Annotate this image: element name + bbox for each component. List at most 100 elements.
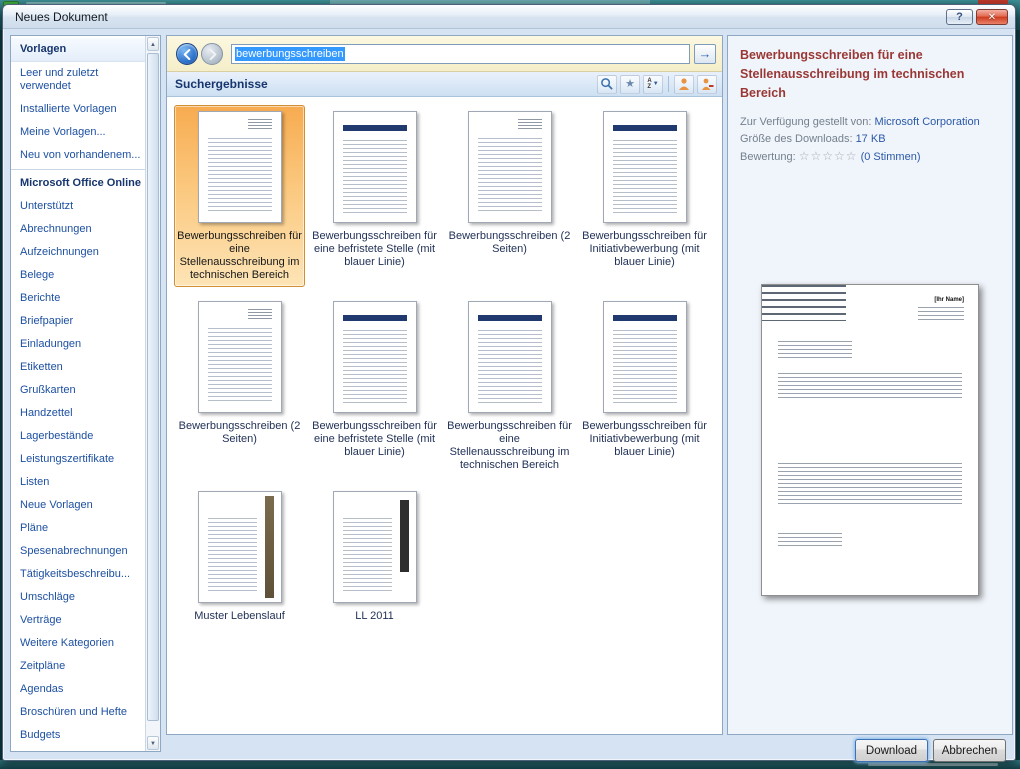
template-thumbnail <box>603 111 687 223</box>
template-preview-page: [Ihr Name] <box>761 284 979 596</box>
sidebar-header-vorlagen[interactable]: Vorlagen <box>11 38 145 62</box>
sidebar-item[interactable]: Zeitpläne <box>11 655 145 678</box>
template-thumbnail <box>198 301 282 413</box>
forward-button[interactable] <box>201 43 223 65</box>
template-thumbnail <box>468 111 552 223</box>
scrollbar-thumb[interactable] <box>147 53 159 721</box>
download-size-value: 17 KB <box>856 133 886 145</box>
details-provider-row: Zur Verfügung gestellt von: Microsoft Co… <box>740 114 1000 131</box>
titlebar-buttons: ? ✕ <box>946 9 1008 25</box>
sidebar-item[interactable]: Listen <box>11 471 145 494</box>
sidebar-item[interactable]: Etiketten <box>11 356 145 379</box>
template-thumbnail <box>198 491 282 603</box>
template-row: Bewerbungsschreiben für eine Stellenauss… <box>172 105 722 295</box>
community-person-remove-icon[interactable] <box>697 75 717 94</box>
scroll-up-icon[interactable]: ▲ <box>147 37 159 51</box>
details-size-row: Größe des Downloads: 17 KB <box>740 131 1000 148</box>
sidebar-item-microsoft-office-online[interactable]: Microsoft Office Online <box>11 172 145 195</box>
toolbar-divider <box>668 76 669 92</box>
details-title: Bewerbungsschreiben für eine Stellenauss… <box>740 46 1000 102</box>
results-header: Suchergebnisse ★ AZ ▼ <box>167 72 722 97</box>
template-item[interactable]: Bewerbungsschreiben (2 Seiten) <box>174 295 305 451</box>
template-item[interactable]: Bewerbungsschreiben für eine Stellenauss… <box>444 295 575 477</box>
sidebar-item[interactable]: Broschüren und Hefte <box>11 701 145 724</box>
template-thumbnail <box>333 301 417 413</box>
sidebar-item[interactable]: Lagerbestände <box>11 425 145 448</box>
sidebar-item[interactable]: Spesenabrechnungen <box>11 540 145 563</box>
template-item[interactable]: Bewerbungsschreiben für eine befristete … <box>309 295 440 464</box>
sidebar-item[interactable]: Leistungszertifikate <box>11 448 145 471</box>
categories-list: Vorlagen Leer und zuletzt verwendet Inst… <box>11 36 145 751</box>
dialog-titlebar: Neues Dokument ? ✕ <box>3 5 1015 29</box>
provider-link[interactable]: Microsoft Corporation <box>875 116 980 128</box>
results-toolbar: ★ AZ ▼ <box>597 74 717 94</box>
close-button[interactable]: ✕ <box>976 9 1008 25</box>
sidebar-item[interactable]: Verträge <box>11 609 145 632</box>
template-row: Bewerbungsschreiben (2 Seiten) Bewerbung… <box>172 295 722 485</box>
zoom-slider-strip <box>868 763 998 766</box>
template-label: Bewerbungsschreiben für eine befristete … <box>312 230 437 269</box>
help-button[interactable]: ? <box>946 9 973 25</box>
search-go-button[interactable]: → <box>694 44 716 64</box>
scroll-down-icon[interactable]: ▼ <box>147 736 159 750</box>
sidebar-item[interactable]: Pläne <box>11 517 145 540</box>
template-grid: Bewerbungsschreiben für eine Stellenauss… <box>167 97 722 734</box>
search-input-selected-text: bewerbungsschreiben <box>235 47 345 61</box>
sidebar-item[interactable]: Visitenkarten <box>11 747 145 751</box>
sidebar-item[interactable]: Umschläge <box>11 586 145 609</box>
template-label: Bewerbungsschreiben für eine Stellenauss… <box>447 420 572 472</box>
sidebar-item[interactable]: Budgets <box>11 724 145 747</box>
template-item[interactable]: Bewerbungsschreiben für Initiativbewerbu… <box>579 295 710 464</box>
preview-name-placeholder: [Ihr Name] <box>934 297 964 303</box>
sidebar-item[interactable]: Leer und zuletzt verwendet <box>11 62 145 98</box>
details-meta: Zur Verfügung gestellt von: Microsoft Co… <box>740 114 1000 166</box>
sidebar-item[interactable]: Aufzeichnungen <box>11 241 145 264</box>
sidebar-item[interactable]: Neue Vorlagen <box>11 494 145 517</box>
search-options-icon[interactable] <box>597 75 617 94</box>
template-item[interactable]: Muster Lebenslauf <box>174 485 305 628</box>
community-person-icon[interactable] <box>674 75 694 94</box>
cancel-button[interactable]: Abbrechen <box>933 739 1006 762</box>
sidebar-item[interactable]: Unterstützt <box>11 195 145 218</box>
template-thumbnail <box>468 301 552 413</box>
sidebar-item[interactable]: Agendas <box>11 678 145 701</box>
favorites-icon[interactable]: ★ <box>620 75 640 94</box>
details-rating-row: Bewertung: ☆☆☆☆☆ (0 Stimmen) <box>740 148 1000 166</box>
template-row: Muster Lebenslauf LL 2011 <box>172 485 722 636</box>
template-item[interactable]: Bewerbungsschreiben (2 Seiten) <box>444 105 575 261</box>
template-label: Bewerbungsschreiben für eine Stellenauss… <box>177 230 302 282</box>
sidebar-item[interactable]: Handzettel <box>11 402 145 425</box>
template-label: Bewerbungsschreiben für Initiativbewerbu… <box>582 420 707 459</box>
template-item-selected[interactable]: Bewerbungsschreiben für eine Stellenauss… <box>174 105 305 287</box>
new-document-dialog: Neues Dokument ? ✕ Vorlagen Leer und zul… <box>2 4 1016 761</box>
dialog-title: Neues Dokument <box>15 5 108 29</box>
search-input[interactable]: bewerbungsschreiben <box>231 44 690 64</box>
template-item[interactable]: LL 2011 <box>309 485 440 628</box>
download-button[interactable]: Download <box>855 739 928 762</box>
sidebar-item[interactable]: Installierte Vorlagen <box>11 98 145 121</box>
template-preview-area: [Ihr Name] <box>740 284 1000 596</box>
template-label: Bewerbungsschreiben für Initiativbewerbu… <box>582 230 707 269</box>
sidebar-scrollbar[interactable]: ▲ ▼ <box>145 36 160 751</box>
sidebar-item[interactable]: Weitere Kategorien <box>11 632 145 655</box>
sidebar-item[interactable]: Berichte <box>11 287 145 310</box>
sidebar-item[interactable]: Einladungen <box>11 333 145 356</box>
sidebar-item[interactable]: Abrechnungen <box>11 218 145 241</box>
search-bar: bewerbungsschreiben → <box>167 36 722 72</box>
sidebar-item[interactable]: Grußkarten <box>11 379 145 402</box>
sidebar-item[interactable]: Belege <box>11 264 145 287</box>
template-label: Bewerbungsschreiben (2 Seiten) <box>177 420 302 446</box>
rating-stars-icon[interactable]: ☆☆☆☆☆ <box>799 149 858 163</box>
desktop: Neues Dokument ? ✕ Vorlagen Leer und zul… <box>0 0 1020 769</box>
template-thumbnail <box>198 111 282 223</box>
back-button[interactable] <box>176 43 198 65</box>
sidebar-item[interactable]: Neu von vorhandenem... <box>11 144 145 170</box>
results-panel: bewerbungsschreiben → Suchergebnisse ★ A… <box>166 35 723 735</box>
sidebar-item[interactable]: Tätigkeitsbeschreibu... <box>11 563 145 586</box>
template-item[interactable]: Bewerbungsschreiben für eine befristete … <box>309 105 440 274</box>
template-item[interactable]: Bewerbungsschreiben für Initiativbewerbu… <box>579 105 710 274</box>
sidebar-item[interactable]: Briefpapier <box>11 310 145 333</box>
sort-az-icon[interactable]: AZ ▼ <box>643 75 663 94</box>
sidebar-item[interactable]: Meine Vorlagen... <box>11 121 145 144</box>
rating-votes: (0 Stimmen) <box>861 151 921 163</box>
